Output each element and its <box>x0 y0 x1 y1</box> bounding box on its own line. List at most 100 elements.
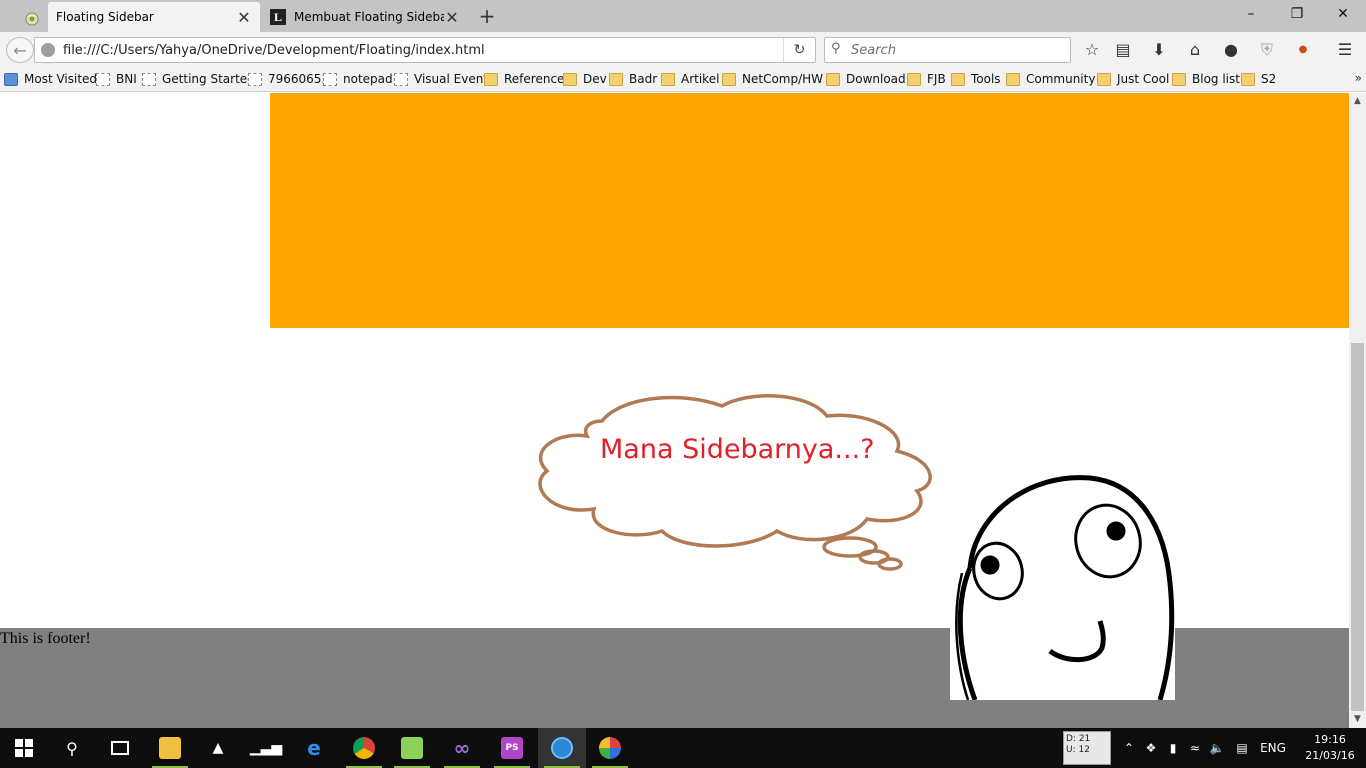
tab-membuat-floating-sidebar[interactable]: L Membuat Floating Sideba... ✕ <box>262 2 468 32</box>
restore-button[interactable]: ❐ <box>1274 0 1320 30</box>
folder-icon <box>609 72 623 86</box>
most-visited-icon <box>4 72 18 86</box>
pinned-tab[interactable] <box>16 4 48 32</box>
download-icon[interactable]: ⬇ <box>1148 39 1170 61</box>
home-icon[interactable]: ⌂ <box>1184 39 1206 61</box>
address-bar[interactable]: file:///C:/Users/Yahya/OneDrive/Developm… <box>34 37 816 63</box>
reading-list-icon[interactable]: ▤ <box>1112 39 1134 61</box>
bookmark-bni[interactable]: BNI <box>96 72 137 86</box>
bookmark-just-cool[interactable]: Just Cool <box>1097 72 1169 86</box>
search-bar[interactable]: ⚲ Search <box>824 37 1071 63</box>
url-text[interactable]: file:///C:/Users/Yahya/OneDrive/Developm… <box>63 43 485 58</box>
new-tab-button[interactable]: + <box>476 4 498 28</box>
dropbox-icon[interactable]: ❖ <box>1140 741 1162 755</box>
edge-button[interactable]: e <box>290 728 338 768</box>
phpstorm-button[interactable]: PS <box>488 728 536 768</box>
scroll-up-icon[interactable]: ▲ <box>1349 93 1366 110</box>
bookmarks-toolbar: Most Visited BNI Getting Started 7966065… <box>0 68 1366 92</box>
wifi-icon[interactable]: ≈ <box>1184 741 1206 755</box>
language-indicator[interactable]: ENG <box>1256 741 1290 755</box>
tab-strip: Floating Sidebar ✕ L Membuat Floating Si… <box>0 0 1366 32</box>
globe-icon <box>41 43 55 57</box>
hello-chat-icon[interactable]: ● <box>1220 39 1242 61</box>
shield-icon[interactable]: ⛨ <box>1256 39 1278 61</box>
reload-icon[interactable]: ↻ <box>783 38 815 62</box>
bookmarks-overflow-icon[interactable]: » <box>1355 71 1362 85</box>
chrome-button[interactable] <box>340 728 388 768</box>
bookmark-blog-list[interactable]: Blog list <box>1172 72 1240 86</box>
header-block <box>270 93 1349 328</box>
volume-icon[interactable]: 🔈 <box>1206 741 1228 755</box>
folder-icon <box>951 72 965 86</box>
folder-icon <box>159 737 181 759</box>
bookmark-reference[interactable]: Reference <box>484 72 564 86</box>
addon-icon[interactable]: ● <box>1292 39 1314 61</box>
search-placeholder: Search <box>851 43 896 58</box>
bookmark-dev[interactable]: Dev <box>563 72 607 86</box>
chrome-icon <box>353 737 375 759</box>
vertical-scrollbar[interactable]: ▲ ▼ <box>1349 93 1366 728</box>
bookmark-most-visited[interactable]: Most Visited <box>4 72 97 86</box>
search-button[interactable]: ⚲ <box>48 728 96 768</box>
page-icon <box>323 72 337 86</box>
pinned-tab-icon <box>25 12 39 26</box>
tab-floating-sidebar[interactable]: Floating Sidebar ✕ <box>48 2 260 32</box>
notepad-icon <box>401 737 423 759</box>
show-hidden-icons-icon[interactable]: ⌃ <box>1118 741 1140 755</box>
file-explorer-button[interactable] <box>146 728 194 768</box>
bookmark-s2[interactable]: S2 <box>1241 72 1276 86</box>
tab-title: Floating Sidebar <box>56 10 154 24</box>
clock-date: 21/03/16 <box>1305 749 1355 762</box>
scroll-down-icon[interactable]: ▼ <box>1349 711 1366 728</box>
upload-rate: U: 12 <box>1066 745 1090 755</box>
bookmark-tools[interactable]: Tools <box>951 72 1001 86</box>
scroll-thumb[interactable] <box>1351 343 1364 711</box>
system-tray: ⌃ ❖ ▮ ≈ 🔈 ▤ ENG <box>1118 728 1290 768</box>
task-view-button[interactable] <box>96 728 144 768</box>
menu-icon[interactable]: ☰ <box>1334 39 1356 61</box>
visual-studio-icon: ∞ <box>453 736 471 760</box>
bookmark-79660653[interactable]: 79660653 <box>248 72 329 86</box>
page-icon <box>142 72 156 86</box>
folder-icon <box>484 72 498 86</box>
app-fox-button[interactable]: ▲ <box>194 728 242 768</box>
close-window-button[interactable]: ✕ <box>1320 0 1366 30</box>
bookmark-download[interactable]: Download <box>826 72 906 86</box>
bookmark-getting-started[interactable]: Getting Started <box>142 72 255 86</box>
folder-icon <box>826 72 840 86</box>
close-icon[interactable]: ✕ <box>236 8 252 27</box>
bookmark-visual-event[interactable]: Visual Event <box>394 72 488 86</box>
star-icon[interactable]: ☆ <box>1081 39 1103 61</box>
paint-button[interactable] <box>586 728 634 768</box>
page-icon <box>394 72 408 86</box>
folder-icon <box>1097 72 1111 86</box>
back-arrow-icon: ← <box>13 40 27 60</box>
back-button[interactable]: ← <box>6 37 34 63</box>
close-icon[interactable]: ✕ <box>444 8 460 27</box>
task-view-icon <box>111 741 129 755</box>
firefox-button[interactable] <box>538 728 586 768</box>
bookmark-community[interactable]: Community <box>1006 72 1095 86</box>
visual-studio-button[interactable]: ∞ <box>438 728 486 768</box>
derp-face-image <box>950 473 1175 700</box>
folder-icon <box>907 72 921 86</box>
app-chart-button[interactable]: ▁▃▅ <box>242 728 290 768</box>
bookmark-notepad[interactable]: notepad <box>323 72 393 86</box>
bookmark-badr[interactable]: Badr <box>609 72 657 86</box>
folder-icon <box>1241 72 1255 86</box>
bookmark-netcomp-hw[interactable]: NetComp/HW <box>722 72 823 86</box>
start-button[interactable] <box>0 728 48 768</box>
du-meter-widget[interactable]: D: 21 U: 12 <box>1063 731 1111 765</box>
windows-logo-icon <box>15 739 33 757</box>
minimize-button[interactable]: – <box>1228 0 1274 30</box>
notepad-plus-button[interactable] <box>388 728 436 768</box>
notifications-icon[interactable]: ▤ <box>1228 741 1256 755</box>
bookmark-fjb[interactable]: FJB <box>907 72 946 86</box>
navigation-toolbar: ← file:///C:/Users/Yahya/OneDrive/Develo… <box>0 32 1366 68</box>
bookmark-artikel[interactable]: Artikel <box>661 72 719 86</box>
search-icon: ⚲ <box>831 41 841 56</box>
folder-icon <box>1006 72 1020 86</box>
page-icon <box>248 72 262 86</box>
battery-icon[interactable]: ▮ <box>1162 741 1184 755</box>
clock[interactable]: 19:16 21/03/16 <box>1300 732 1360 764</box>
